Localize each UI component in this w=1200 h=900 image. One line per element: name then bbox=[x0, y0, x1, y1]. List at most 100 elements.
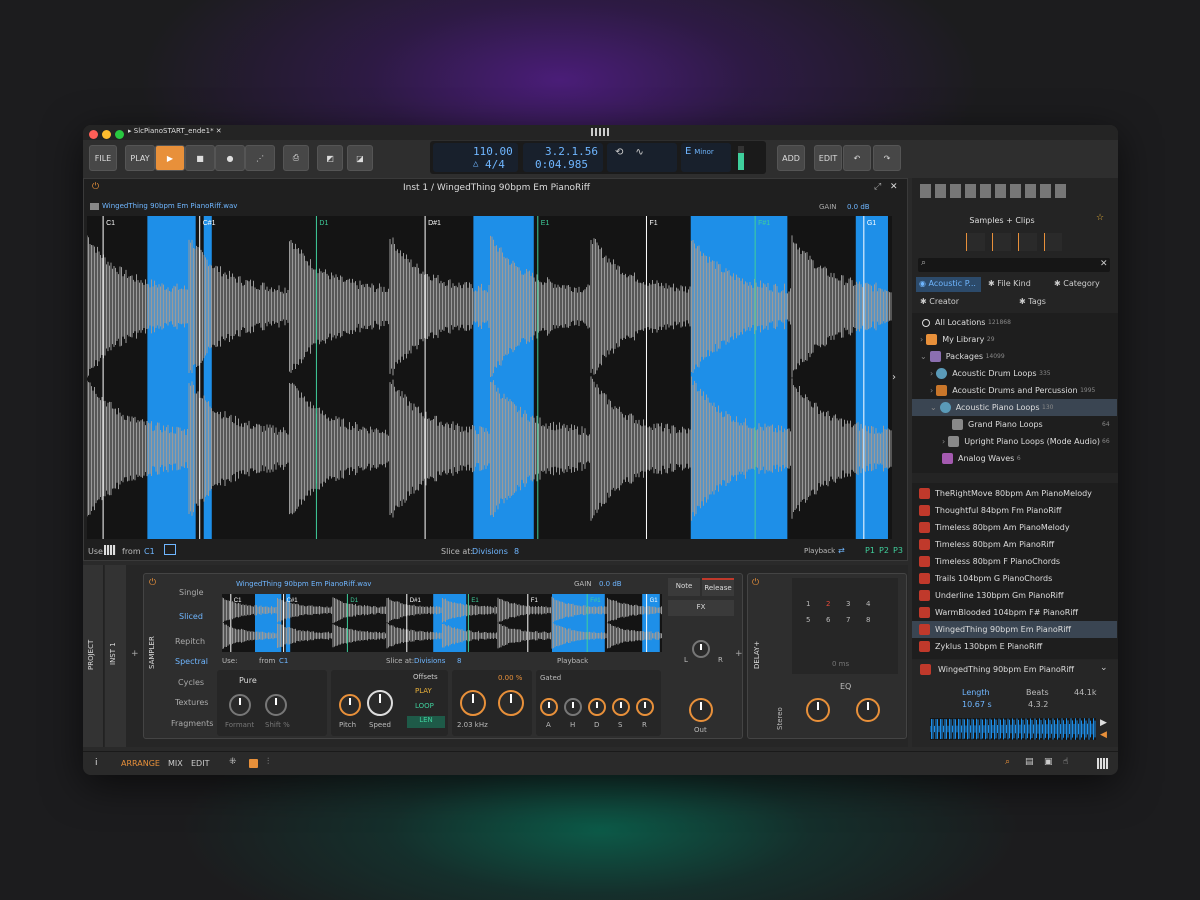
playback-mode-icon[interactable]: ⇄ bbox=[838, 546, 845, 555]
play-button[interactable]: ▶ bbox=[155, 145, 185, 171]
clear-search-icon[interactable]: ✕ bbox=[1100, 259, 1108, 269]
delay-num-1[interactable]: 1 bbox=[806, 600, 810, 608]
attack-knob[interactable] bbox=[540, 698, 558, 716]
content-type-icons[interactable] bbox=[966, 233, 1062, 251]
p3-button[interactable]: P3 bbox=[893, 546, 903, 555]
clip-item[interactable]: Timeless 80bpm Am PianoRiff bbox=[912, 536, 1117, 553]
tree-grand-piano[interactable]: Grand Piano Loops 64 bbox=[912, 416, 1117, 433]
file-icon[interactable]: ▤ bbox=[1025, 757, 1034, 767]
active-slice-region[interactable] bbox=[147, 216, 196, 539]
formant-knob[interactable] bbox=[229, 694, 251, 716]
favorite-star-icon[interactable]: ☆ bbox=[1096, 213, 1104, 223]
filter-tags[interactable]: ✱ Tags bbox=[1019, 297, 1046, 306]
mix-tab[interactable]: MIX bbox=[168, 759, 183, 768]
clip-item[interactable]: WarmBlooded 104bpm F# PianoRiff bbox=[912, 604, 1117, 621]
preview-volume-icon[interactable]: ◀ bbox=[1100, 730, 1107, 740]
search-field[interactable]: ⌕ ✕ bbox=[918, 258, 1110, 272]
close-editor-icon[interactable]: ✕ bbox=[890, 182, 898, 192]
speed-knob[interactable] bbox=[367, 690, 393, 716]
single-mode-button[interactable]: Single bbox=[179, 588, 204, 597]
active-slice-region[interactable] bbox=[203, 216, 212, 539]
grid-icon[interactable]: ⁜ bbox=[229, 757, 237, 767]
clip-item[interactable]: TheRightMove 80bpm Am PianoMelody bbox=[912, 485, 1117, 502]
clip-item[interactable]: Timeless 80bpm Am PianoMelody bbox=[912, 519, 1117, 536]
delay-num-5[interactable]: 5 bbox=[806, 616, 810, 624]
project-tab[interactable]: ▸ SlcPianoSTART_ende1* ✕ bbox=[128, 127, 222, 135]
filter-creator[interactable]: ✱ Creator bbox=[920, 297, 959, 306]
waveform-view[interactable]: C1 C#1 D1 D#1 E1 F1 F#1 G1 bbox=[87, 216, 892, 539]
algo-repitch[interactable]: Repitch bbox=[175, 637, 205, 646]
mini-slice-mode[interactable]: Divisions bbox=[414, 657, 445, 665]
p1-button[interactable]: P1 bbox=[865, 546, 875, 555]
hand-icon[interactable]: ☝ bbox=[1063, 757, 1068, 767]
output-knob[interactable] bbox=[689, 698, 713, 722]
release-knob[interactable] bbox=[636, 698, 654, 716]
minimize-window-button[interactable] bbox=[102, 130, 111, 139]
inst-tab-strip[interactable]: INST 1 bbox=[105, 565, 126, 747]
tree-my-library[interactable]: › My Library 29 bbox=[912, 331, 1117, 348]
search-input[interactable] bbox=[934, 259, 1084, 271]
mini-gain-value[interactable]: 0.0 dB bbox=[599, 580, 622, 588]
arrange-tab[interactable]: ARRANGE bbox=[121, 759, 160, 768]
print-icon[interactable]: ⎙ bbox=[283, 145, 309, 171]
delay-num-4[interactable]: 4 bbox=[866, 600, 870, 608]
pan-knob[interactable] bbox=[692, 640, 710, 658]
clip-item[interactable]: Zyklus 130bpm E PianoRiff bbox=[912, 638, 1117, 655]
loop-controls[interactable]: ⟲ ∿ bbox=[607, 143, 677, 172]
hold-knob[interactable] bbox=[564, 698, 582, 716]
info-button[interactable]: i bbox=[95, 758, 98, 768]
tree-packages[interactable]: ⌄ Packages 14099 bbox=[912, 348, 1117, 365]
add-button[interactable]: ADD bbox=[777, 145, 805, 171]
layout-button-1[interactable]: ◩ bbox=[317, 145, 343, 171]
filter-acoustic[interactable]: ◉ Acoustic P... bbox=[916, 277, 981, 292]
project-tab-strip[interactable]: PROJECT bbox=[83, 565, 104, 747]
divisions-value[interactable]: 8 bbox=[514, 547, 519, 556]
algo-fragments[interactable]: Fragments bbox=[171, 719, 213, 728]
preview-play-icon[interactable]: ▶ bbox=[1100, 718, 1107, 728]
clip-item[interactable]: Timeless 80bpm F PianoChords bbox=[912, 553, 1117, 570]
algo-cycles[interactable]: Cycles bbox=[178, 678, 204, 687]
resonance-knob[interactable] bbox=[498, 690, 524, 716]
map-icon[interactable] bbox=[164, 544, 176, 555]
popout-icon[interactable]: ⤢ bbox=[874, 182, 881, 192]
clip-item-selected[interactable]: WingedThing 90bpm Em PianoRiff bbox=[912, 621, 1117, 638]
note-tab[interactable]: Note bbox=[668, 578, 700, 596]
shift-knob[interactable] bbox=[265, 694, 287, 716]
tree-piano-loops[interactable]: ⌄ Acoustic Piano Loops 130 bbox=[912, 399, 1117, 416]
mini-divisions[interactable]: 8 bbox=[457, 657, 461, 665]
from-value[interactable]: C1 bbox=[144, 547, 155, 556]
delay-num-8[interactable]: 8 bbox=[866, 616, 870, 624]
delay-num-3[interactable]: 3 bbox=[846, 600, 850, 608]
add-device-icon[interactable]: + bbox=[131, 649, 139, 659]
delay-power-icon[interactable]: ⏻ bbox=[752, 578, 759, 588]
sampler-power-icon[interactable]: ⏻ bbox=[149, 578, 156, 588]
algo-spectral[interactable]: Spectral bbox=[175, 657, 208, 666]
edit-tab[interactable]: EDIT bbox=[191, 759, 209, 768]
p2-button[interactable]: P2 bbox=[879, 546, 889, 555]
zoom-window-button[interactable] bbox=[115, 130, 124, 139]
browser-tab-icons[interactable] bbox=[920, 184, 1070, 198]
algo-textures[interactable]: Textures bbox=[175, 698, 208, 707]
play-offset-button[interactable]: PLAY bbox=[415, 687, 432, 695]
clip-item[interactable]: Trails 104bpm G PianoChords bbox=[912, 570, 1117, 587]
automation-button[interactable]: ⋰ bbox=[245, 145, 275, 171]
eq-low-knob[interactable] bbox=[806, 698, 830, 722]
cutoff-knob[interactable] bbox=[460, 690, 486, 716]
mini-from-value[interactable]: C1 bbox=[279, 657, 288, 665]
tree-drum-loops[interactable]: › Acoustic Drum Loops 335 bbox=[912, 365, 1117, 382]
release-tab[interactable]: Release bbox=[702, 578, 734, 596]
tree-analog-waves[interactable]: Analog Waves 6 bbox=[912, 450, 1117, 467]
loop-offset-button[interactable]: LOOP bbox=[415, 702, 434, 710]
metronome-icon[interactable]: △ bbox=[473, 159, 478, 169]
redo-icon[interactable]: ↷ bbox=[873, 145, 901, 171]
tree-upright-piano[interactable]: › Upright Piano Loops (Mode Audio) 66 bbox=[912, 433, 1117, 450]
piano-keys-icon[interactable] bbox=[1097, 758, 1108, 769]
active-slice-region[interactable] bbox=[855, 216, 888, 539]
stop-button[interactable]: ■ bbox=[185, 145, 215, 171]
len-offset-button[interactable]: LEN bbox=[407, 716, 445, 728]
device-panel-icon[interactable] bbox=[249, 759, 258, 768]
expand-icon[interactable]: ⌄ bbox=[1100, 663, 1108, 673]
eq-high-knob[interactable] bbox=[856, 698, 880, 722]
fx-button[interactable]: FX bbox=[668, 600, 734, 616]
tempo-display[interactable]: 110.00 4/4 △ bbox=[433, 143, 518, 172]
